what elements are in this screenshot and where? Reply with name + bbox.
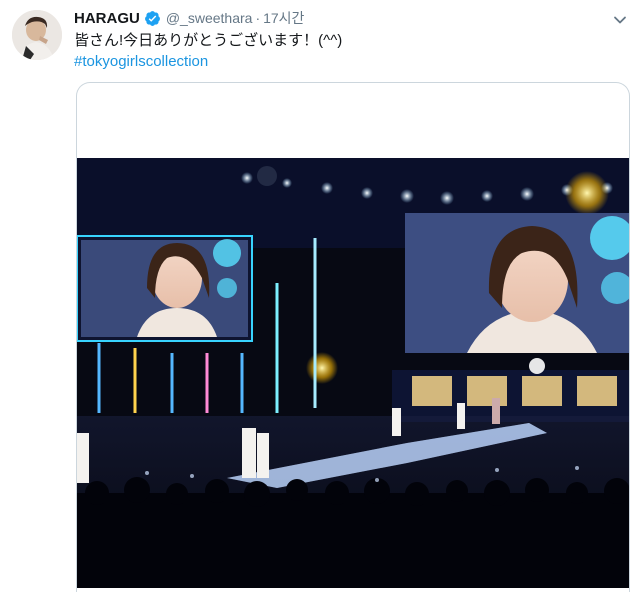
tweet[interactable]: HARAGU @_sweethara · 17시간 皆さん!今日ありがとうござい… [0, 0, 640, 592]
video-player[interactable] [77, 158, 629, 588]
hashtag-link[interactable]: #tokyogirlscollection [74, 52, 208, 72]
chevron-down-icon[interactable] [612, 12, 628, 28]
verified-badge-icon [144, 10, 161, 27]
tweet-header: HARAGU @_sweethara · 17시간 [74, 8, 594, 28]
display-name[interactable]: HARAGU [74, 10, 140, 27]
timestamp[interactable]: 17시간 [263, 8, 304, 28]
user-handle[interactable]: @_sweethara [166, 10, 253, 26]
media-card[interactable] [76, 82, 630, 592]
concert-video-frame [77, 158, 629, 588]
separator-dot: · [255, 10, 261, 26]
avatar[interactable] [12, 10, 62, 60]
tweet-text: 皆さん!今日ありがとうございます！(^^) [74, 32, 343, 49]
